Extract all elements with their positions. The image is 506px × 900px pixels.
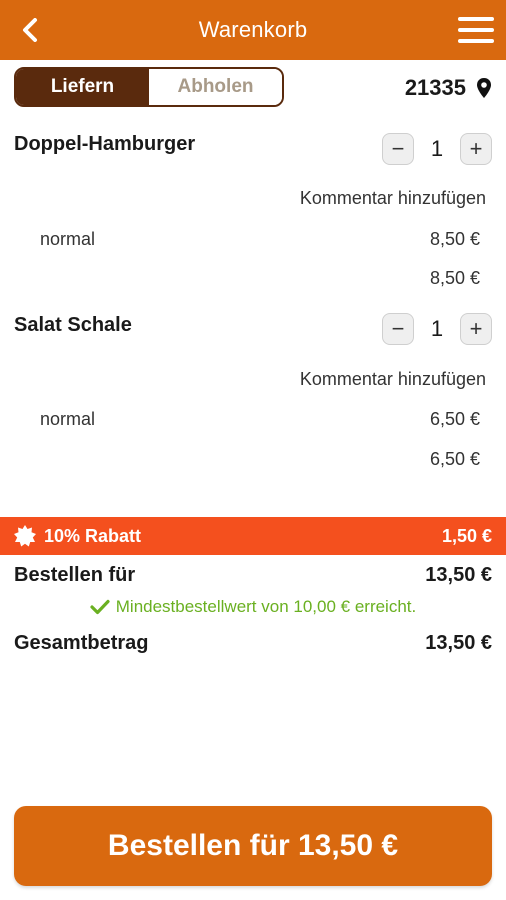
toggle-abholen[interactable]: Abholen bbox=[149, 69, 282, 105]
item-name: Salat Schale bbox=[14, 314, 132, 336]
add-comment-link[interactable]: Kommentar hinzufügen bbox=[300, 369, 486, 390]
discount-amount: 1,50 € bbox=[441, 525, 492, 546]
quantity-value: 1 bbox=[430, 316, 444, 341]
item-total: 8,50 € bbox=[429, 268, 480, 288]
map-pin-icon bbox=[477, 78, 491, 98]
minimum-order-text: Mindestbestellwert von 10,00 € erreicht. bbox=[115, 597, 417, 616]
item-option: normal bbox=[40, 229, 96, 249]
toggle-liefern[interactable]: Liefern bbox=[16, 69, 149, 105]
decrease-button[interactable]: − bbox=[382, 313, 414, 345]
item-total: 6,50 € bbox=[429, 449, 480, 469]
check-icon bbox=[90, 599, 110, 615]
discount-label: 10% Rabatt bbox=[44, 525, 142, 546]
item-option-price: 6,50 € bbox=[429, 409, 480, 429]
quantity-stepper: − 1 + bbox=[382, 312, 492, 346]
order-for-amount: 13,50 € bbox=[425, 564, 492, 586]
increase-button[interactable]: + bbox=[460, 313, 492, 345]
quantity-value: 1 bbox=[430, 136, 444, 161]
grand-total-label: Gesamtbetrag bbox=[14, 632, 149, 654]
discount-bar: 10% Rabatt 1,50 € bbox=[0, 517, 506, 555]
item-option: normal bbox=[40, 409, 96, 429]
starburst-badge-icon bbox=[14, 525, 36, 547]
increase-button[interactable]: + bbox=[460, 133, 492, 165]
add-comment-link[interactable]: Kommentar hinzufügen bbox=[300, 188, 486, 209]
delivery-mode-toggle: Liefern Abholen bbox=[14, 67, 284, 107]
decrease-button[interactable]: − bbox=[382, 133, 414, 165]
order-for-label: Bestellen für bbox=[14, 564, 136, 586]
item-option-price: 8,50 € bbox=[429, 229, 480, 249]
order-for-row: Bestellen für 13,50 € bbox=[14, 564, 492, 587]
grand-total-amount: 13,50 € bbox=[425, 632, 492, 654]
grand-total-row: Gesamtbetrag 13,50 € bbox=[14, 632, 492, 655]
postal-code-selector[interactable]: 21335 bbox=[405, 70, 492, 106]
minimum-order-notice: Mindestbestellwert von 10,00 € erreicht. bbox=[0, 597, 506, 617]
app-header: Warenkorb bbox=[0, 0, 506, 60]
quantity-stepper: − 1 + bbox=[382, 132, 492, 166]
item-name: Doppel-Hamburger bbox=[14, 133, 196, 155]
place-order-button[interactable]: Bestellen für 13,50 € bbox=[14, 806, 492, 886]
hamburger-menu-icon[interactable] bbox=[456, 14, 496, 46]
page-title: Warenkorb bbox=[198, 17, 308, 42]
postal-code: 21335 bbox=[404, 75, 466, 100]
